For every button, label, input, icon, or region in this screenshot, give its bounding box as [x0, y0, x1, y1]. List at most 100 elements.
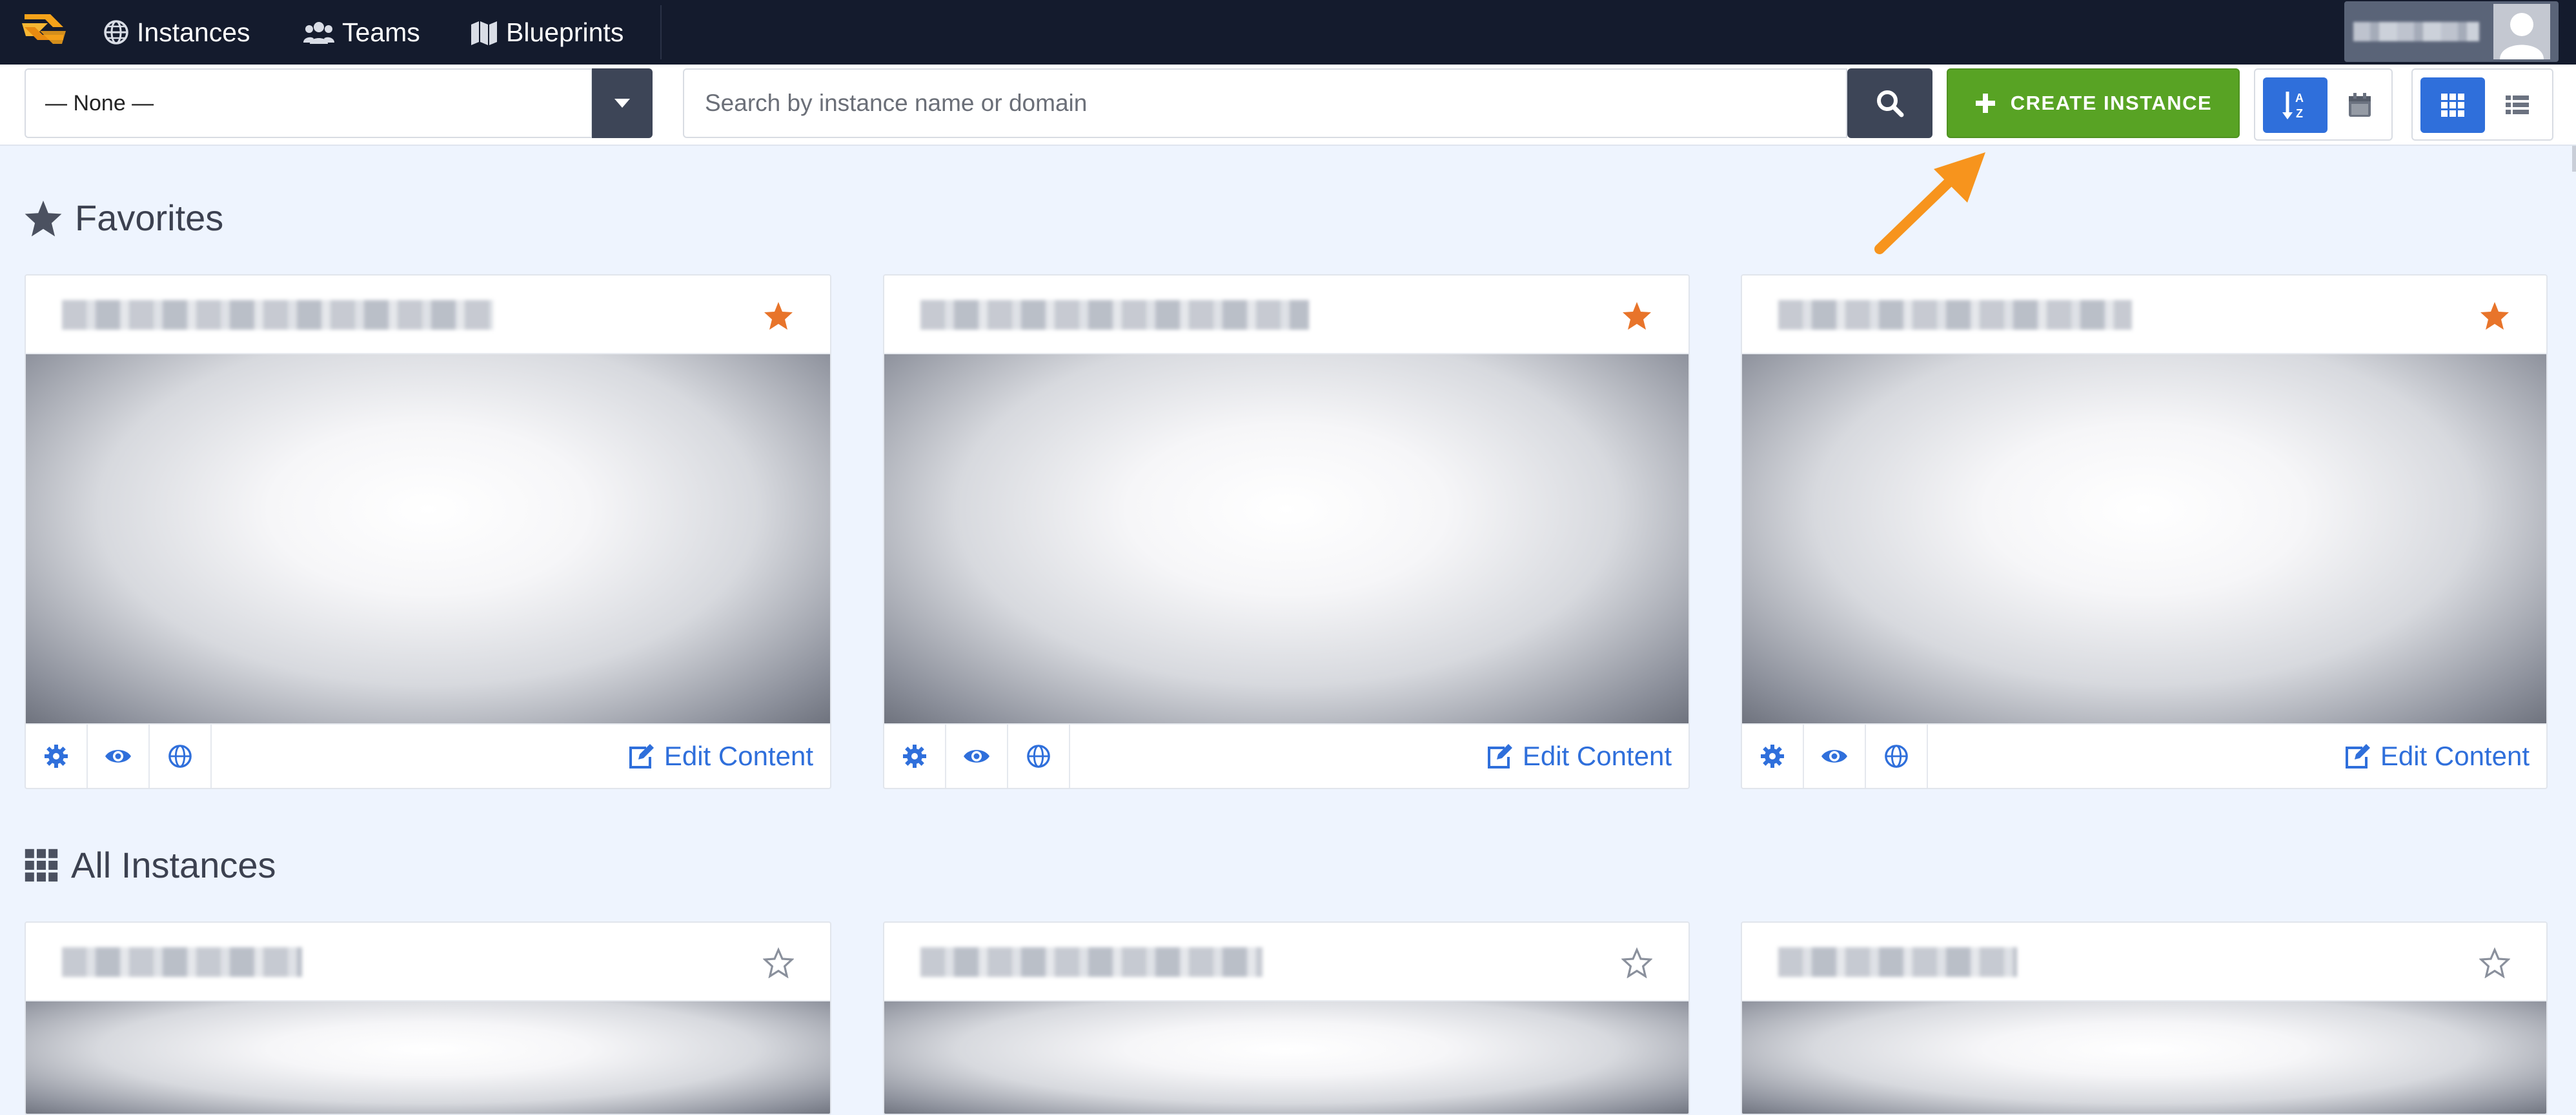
favorite-star-icon[interactable] [2479, 300, 2510, 331]
search-input[interactable] [683, 68, 1847, 138]
preview-button[interactable] [946, 725, 1008, 788]
nav-blueprints[interactable]: Blueprints [470, 0, 624, 65]
card-thumbnail[interactable] [26, 1001, 830, 1114]
card-footer: Edit Content [884, 723, 1689, 788]
all-instances-heading: All Instances [23, 844, 276, 886]
edit-content-link[interactable]: Edit Content [2343, 725, 2530, 788]
nav-teams[interactable]: Teams [303, 0, 420, 65]
card-title-redacted [62, 947, 302, 977]
settings-button[interactable] [26, 725, 88, 788]
nav-instances-label: Instances [137, 17, 250, 47]
avatar[interactable] [2493, 4, 2550, 59]
sort-date-button[interactable] [2328, 77, 2392, 133]
card-title-redacted [62, 300, 493, 330]
create-instance-label: CREATE INSTANCE [2010, 92, 2213, 114]
card-header [884, 276, 1689, 354]
app-logo[interactable] [19, 9, 68, 54]
domain-button[interactable] [1866, 725, 1928, 788]
card-footer: Edit Content [26, 723, 830, 788]
list-icon [2506, 95, 2529, 114]
card-header [1742, 276, 2546, 354]
favorites-title: Favorites [75, 197, 224, 238]
svg-text:Z: Z [2296, 107, 2303, 120]
edit-content-link[interactable]: Edit Content [1485, 725, 1672, 788]
card-footer: Edit Content [1742, 723, 2546, 788]
nav-instances[interactable]: Instances [103, 0, 250, 65]
favorite-star-icon[interactable] [1621, 300, 1652, 331]
svg-text:A: A [2295, 92, 2304, 105]
instance-card[interactable]: Edit Content [1741, 274, 2548, 789]
card-thumbnail[interactable] [26, 354, 830, 723]
eye-icon [964, 750, 989, 763]
page-scrollbar[interactable] [2572, 146, 2576, 172]
plus-icon [1975, 94, 1995, 113]
edit-icon [629, 744, 654, 768]
instance-card[interactable] [25, 921, 831, 1115]
filter-select[interactable]: — None — [25, 68, 593, 138]
nav-divider [660, 5, 662, 59]
create-instance-button[interactable]: CREATE INSTANCE [1947, 68, 2240, 138]
filter-select-value: — None — [45, 90, 154, 116]
user-name-redacted [2353, 22, 2479, 41]
grid-icon [25, 849, 58, 881]
annotation-arrow-icon [1874, 152, 1985, 254]
map-icon [471, 21, 497, 45]
domain-button[interactable] [150, 725, 212, 788]
edit-content-label: Edit Content [2380, 741, 2530, 771]
instance-card[interactable]: Edit Content [25, 274, 831, 789]
preview-button[interactable] [1804, 725, 1866, 788]
sort-alpha-icon: A Z [2282, 92, 2304, 120]
view-button-group [2411, 68, 2553, 141]
gear-icon [903, 745, 926, 768]
search-icon [1877, 90, 1904, 117]
domain-button[interactable] [1008, 725, 1070, 788]
filter-select-toggle[interactable] [592, 68, 653, 138]
calendar-icon [2349, 93, 2371, 117]
edit-icon [2345, 744, 2370, 768]
nav-blueprints-label: Blueprints [506, 17, 624, 47]
all-instances-title: All Instances [71, 845, 276, 885]
instance-card[interactable] [883, 921, 1690, 1115]
card-thumbnail[interactable] [1742, 1001, 2546, 1114]
preview-button[interactable] [88, 725, 150, 788]
edit-content-label: Edit Content [1522, 741, 1672, 771]
card-title-redacted [920, 947, 1263, 977]
search-button[interactable] [1847, 68, 1932, 138]
card-title-redacted [920, 300, 1309, 330]
settings-button[interactable] [1742, 725, 1804, 788]
sort-alpha-button[interactable]: A Z [2263, 77, 2328, 133]
caret-down-icon [614, 99, 630, 108]
star-outline-icon[interactable] [2479, 947, 2510, 978]
grid-view-button[interactable] [2420, 77, 2485, 133]
favorites-heading: Favorites [23, 197, 223, 239]
card-header [884, 923, 1689, 1001]
eye-icon [1821, 750, 1847, 763]
nav-teams-label: Teams [342, 17, 420, 47]
instance-card[interactable]: Edit Content [883, 274, 1690, 789]
user-silhouette-icon [2493, 4, 2550, 59]
eye-icon [105, 750, 131, 763]
card-title-redacted [1778, 300, 2132, 330]
star-outline-icon[interactable] [763, 947, 794, 978]
favorite-star-icon[interactable] [763, 300, 794, 331]
gear-icon [1761, 745, 1784, 768]
star-outline-icon[interactable] [1621, 947, 1652, 978]
sort-button-group: A Z [2254, 68, 2393, 141]
gear-icon [45, 745, 68, 768]
globe-icon [104, 20, 128, 45]
list-view-button[interactable] [2485, 77, 2550, 133]
card-thumbnail[interactable] [884, 1001, 1689, 1114]
instance-card[interactable] [1741, 921, 2548, 1115]
settings-button[interactable] [884, 725, 946, 788]
card-header [1742, 923, 2546, 1001]
edit-content-link[interactable]: Edit Content [627, 725, 813, 788]
card-thumbnail[interactable] [884, 354, 1689, 723]
globe-icon [1027, 745, 1050, 768]
card-header [26, 276, 830, 354]
edit-content-label: Edit Content [664, 741, 813, 771]
card-header [26, 923, 830, 1001]
grid-icon [2441, 94, 2464, 117]
star-solid-icon [25, 200, 62, 236]
card-thumbnail[interactable] [1742, 354, 2546, 723]
card-title-redacted [1778, 947, 2017, 977]
